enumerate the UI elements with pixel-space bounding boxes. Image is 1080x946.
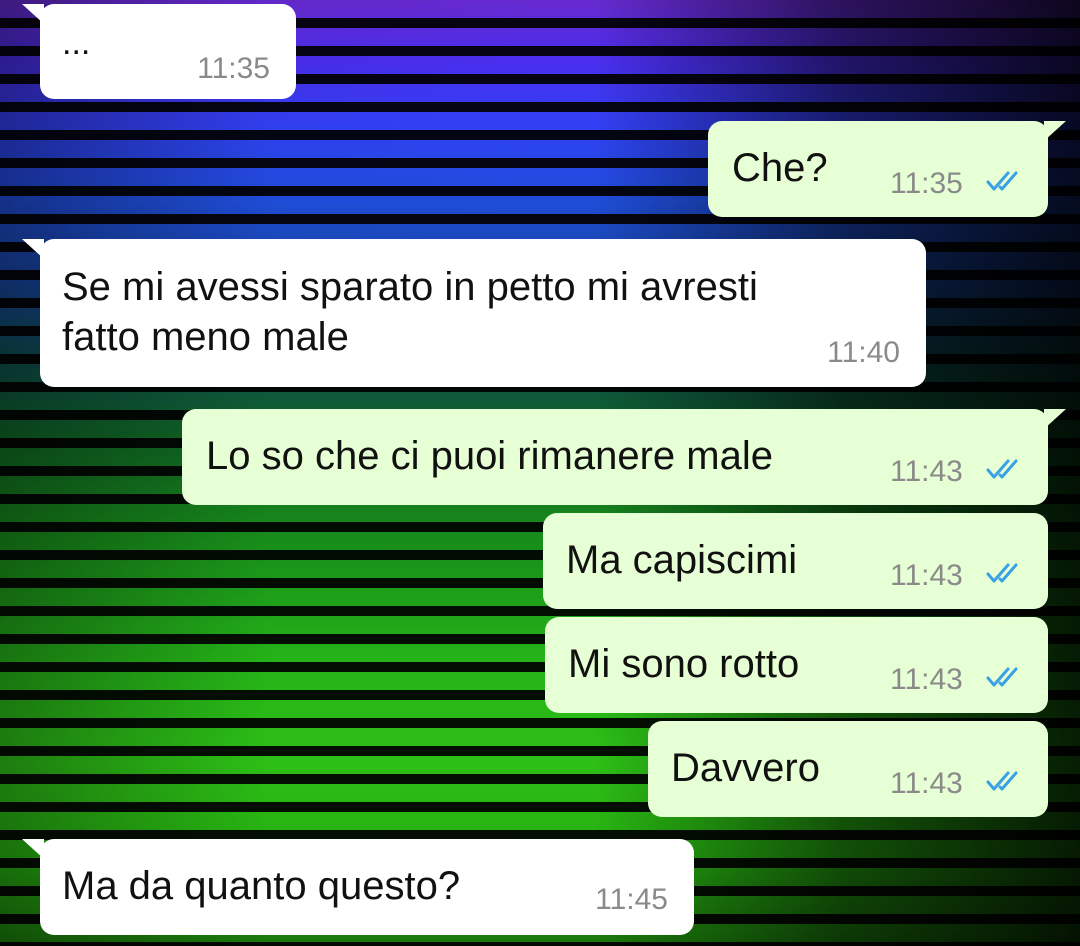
- message-time: 11:43: [890, 663, 963, 696]
- message-time: 11:43: [890, 559, 963, 592]
- outgoing-message-bubble[interactable]: Che? 11:35: [708, 121, 1066, 217]
- message-time: 11:40: [827, 336, 900, 369]
- message-time: 11:35: [197, 52, 270, 85]
- message-text: Davvero: [671, 746, 820, 790]
- message-text: Che?: [732, 146, 828, 190]
- message-text: Ma capiscimi: [566, 538, 798, 582]
- double-check-icon: [986, 771, 1018, 791]
- bubble-tail: [1044, 121, 1066, 141]
- message-time: 11:43: [890, 455, 963, 488]
- message-time: 11:35: [890, 167, 963, 200]
- message-text: Mi sono rotto: [568, 642, 800, 686]
- bubble-tail: [22, 239, 44, 259]
- outgoing-message-bubble[interactable]: Mi sono rotto 11:43: [545, 617, 1048, 713]
- message-text: Lo so che ci puoi rimanere male: [206, 434, 773, 478]
- message-text: Ma da quanto questo?: [62, 864, 461, 908]
- message-time: 11:43: [890, 767, 963, 800]
- outgoing-message-bubble[interactable]: Ma capiscimi 11:43: [543, 513, 1048, 609]
- incoming-message-bubble[interactable]: Se mi avessi sparato in petto mi avresti…: [22, 239, 926, 387]
- message-time: 11:45: [595, 883, 668, 916]
- incoming-message-bubble[interactable]: ... 11:35: [22, 4, 296, 99]
- double-check-icon: [986, 459, 1018, 479]
- double-check-icon: [986, 171, 1018, 191]
- outgoing-message-bubble[interactable]: Lo so che ci puoi rimanere male 11:43: [182, 409, 1066, 505]
- double-check-icon: [986, 667, 1018, 687]
- double-check-icon: [986, 563, 1018, 583]
- bubble-tail: [22, 4, 44, 24]
- bubble-tail: [22, 839, 44, 859]
- incoming-message-bubble[interactable]: Ma da quanto questo? 11:45: [22, 839, 694, 935]
- bubble-tail: [1044, 409, 1066, 429]
- outgoing-message-bubble[interactable]: Davvero 11:43: [648, 721, 1048, 817]
- message-text: ...: [62, 24, 91, 62]
- message-text: Se mi avessi sparato in petto mi avresti…: [62, 265, 758, 359]
